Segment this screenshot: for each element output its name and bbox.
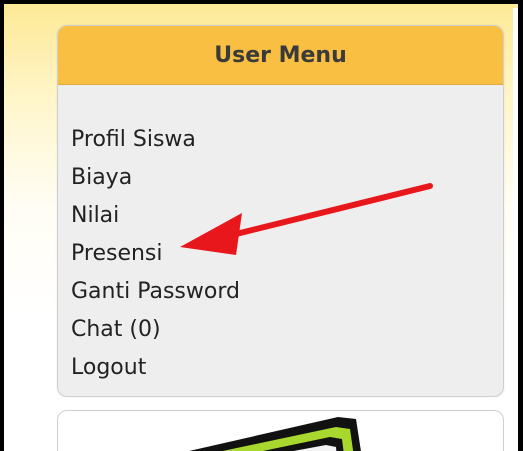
menu-link-presensi[interactable]: Presensi — [71, 235, 240, 273]
user-menu-header: User Menu — [58, 26, 503, 85]
menu-link-nilai[interactable]: Nilai — [71, 197, 240, 235]
page-frame: User Menu Profil Siswa Biaya Nilai Prese… — [0, 0, 523, 451]
page-margin — [513, 8, 518, 451]
menu-link-profil-siswa[interactable]: Profil Siswa — [71, 121, 240, 159]
menu-link-logout[interactable]: Logout — [71, 349, 240, 387]
partial-logo-image — [189, 417, 361, 451]
menu-link-chat[interactable]: Chat (0) — [71, 311, 240, 349]
secondary-panel — [57, 410, 504, 451]
menu-link-ganti-password[interactable]: Ganti Password — [71, 273, 240, 311]
user-menu-panel: User Menu Profil Siswa Biaya Nilai Prese… — [57, 25, 504, 397]
user-menu-list: Profil Siswa Biaya Nilai Presensi Ganti … — [71, 121, 240, 387]
user-menu-title: User Menu — [214, 42, 347, 68]
menu-link-biaya[interactable]: Biaya — [71, 159, 240, 197]
